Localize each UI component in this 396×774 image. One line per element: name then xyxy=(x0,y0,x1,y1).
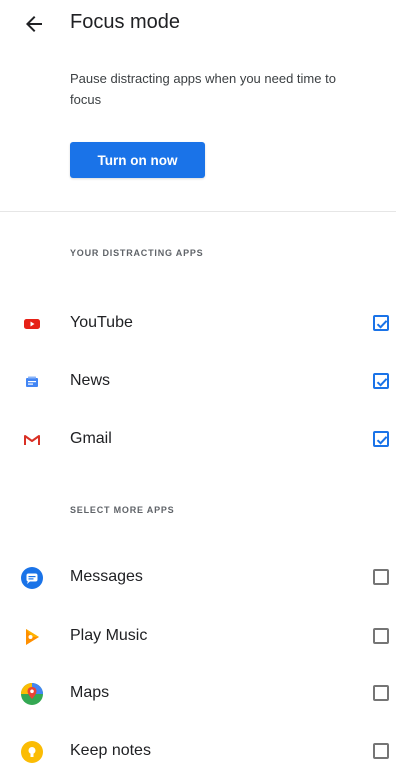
app-name: Gmail xyxy=(70,430,112,447)
play-music-icon xyxy=(20,625,44,649)
app-name: YouTube xyxy=(70,314,133,331)
app-row-maps[interactable]: Maps xyxy=(0,672,396,716)
app-bar: Focus mode xyxy=(0,0,396,48)
page-title: Focus mode xyxy=(70,11,181,33)
app-name: Maps xyxy=(70,684,110,701)
divider xyxy=(0,211,396,212)
app-name: Play Music xyxy=(70,627,148,644)
keep-notes-icon xyxy=(20,740,44,764)
app-row-youtube[interactable]: YouTube xyxy=(0,302,396,346)
section-label-more-apps: SELECT MORE APPS xyxy=(70,505,175,515)
checkbox-gmail[interactable] xyxy=(373,431,389,447)
app-row-keep-notes[interactable]: Keep notes xyxy=(0,730,396,774)
checkbox-play-music[interactable] xyxy=(373,628,389,644)
checkbox-youtube[interactable] xyxy=(373,315,389,331)
app-row-gmail[interactable]: Gmail xyxy=(0,418,396,462)
maps-icon xyxy=(20,682,44,706)
section-label-distracting-apps: YOUR DISTRACTING APPS xyxy=(70,248,204,258)
checkbox-messages[interactable] xyxy=(373,569,389,585)
messages-icon xyxy=(20,566,44,590)
app-name: News xyxy=(70,372,111,389)
gmail-icon xyxy=(20,428,44,452)
app-name: Messages xyxy=(70,568,143,585)
news-icon xyxy=(20,370,44,394)
checkbox-keep-notes[interactable] xyxy=(373,743,389,759)
app-row-play-music[interactable]: Play Music xyxy=(0,615,396,659)
app-row-news[interactable]: News xyxy=(0,360,396,404)
app-row-messages[interactable]: Messages xyxy=(0,556,396,600)
back-arrow-icon[interactable] xyxy=(22,12,46,36)
description-text: Pause distracting apps when you need tim… xyxy=(70,71,336,107)
youtube-icon xyxy=(20,312,44,336)
checkbox-maps[interactable] xyxy=(373,685,389,701)
app-name: Keep notes xyxy=(70,742,151,759)
checkbox-news[interactable] xyxy=(373,373,389,389)
turn-on-now-button[interactable]: Turn on now xyxy=(70,142,205,178)
